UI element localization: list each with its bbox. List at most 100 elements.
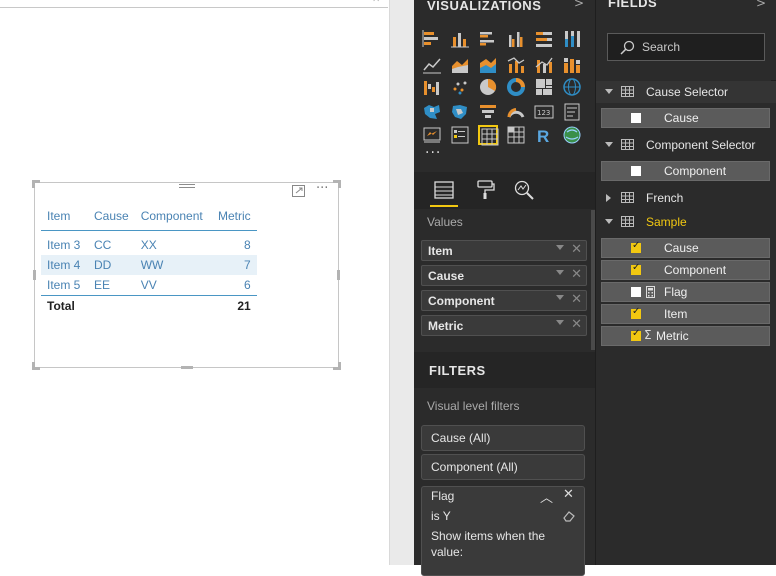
- table-icon[interactable]: [478, 125, 499, 146]
- expand-down-icon[interactable]: [605, 89, 613, 94]
- well-label: Item: [428, 244, 453, 258]
- shape-map-icon[interactable]: [450, 102, 470, 122]
- analytics-magnifier-icon[interactable]: [514, 180, 534, 200]
- remove-field-icon[interactable]: ✕: [571, 267, 582, 282]
- 100-column-icon[interactable]: [562, 29, 582, 49]
- visual-level-filters-label: Visual level filters: [427, 399, 520, 413]
- filter-card-flag[interactable]: Flag ︿ ✕ is Y Show items when the value:: [421, 486, 585, 576]
- resize-handle[interactable]: [181, 366, 193, 369]
- stacked-bar-icon[interactable]: [422, 29, 442, 49]
- table-name: Cause Selector: [646, 85, 729, 99]
- map-icon[interactable]: [562, 77, 582, 97]
- chevron-down-icon[interactable]: [556, 320, 564, 325]
- resize-handle[interactable]: [338, 362, 341, 370]
- table-node-cause-selector[interactable]: Cause Selector: [596, 81, 776, 103]
- resize-handle[interactable]: [32, 362, 35, 370]
- card-icon[interactable]: 123: [534, 102, 554, 122]
- resize-handle[interactable]: [33, 270, 36, 280]
- fields-tab-icon[interactable]: [434, 180, 454, 200]
- treemap-icon[interactable]: [534, 77, 554, 97]
- field-row-metric[interactable]: ✓ Σ Metric: [601, 326, 770, 346]
- fields-search-input[interactable]: Search: [607, 33, 765, 61]
- resize-handle[interactable]: [338, 180, 341, 188]
- matrix-icon[interactable]: [506, 125, 526, 145]
- field-row-cause[interactable]: Cause: [601, 108, 770, 128]
- chevron-down-icon[interactable]: [556, 295, 564, 300]
- cell-cause: EE: [94, 278, 111, 292]
- expand-down-icon[interactable]: [605, 219, 613, 224]
- stacked-area-icon[interactable]: [478, 55, 498, 75]
- remove-field-icon[interactable]: ✕: [571, 317, 582, 332]
- cell-cause: CC: [94, 238, 112, 252]
- line-column-icon[interactable]: [506, 55, 526, 75]
- funnel-icon[interactable]: [478, 102, 498, 122]
- donut-icon[interactable]: [506, 77, 526, 97]
- stacked-column-icon[interactable]: [450, 29, 470, 49]
- value-well-item[interactable]: Item ✕: [421, 240, 587, 261]
- area-chart-icon[interactable]: [450, 55, 470, 75]
- remove-field-icon[interactable]: ✕: [571, 292, 582, 307]
- format-paint-roller-icon[interactable]: [475, 180, 495, 200]
- filter-card-cause[interactable]: Cause (All): [421, 425, 585, 451]
- expand-right-icon[interactable]: [606, 194, 611, 202]
- 100-bar-icon[interactable]: [534, 29, 554, 49]
- more-options-icon[interactable]: ···: [316, 181, 328, 196]
- field-name: Cause: [664, 241, 699, 255]
- value-well-cause[interactable]: Cause ✕: [421, 265, 587, 286]
- kpi-icon[interactable]: [422, 125, 442, 145]
- column-header-component[interactable]: Component: [134, 205, 211, 231]
- field-row-cause[interactable]: ✓ Cause: [601, 238, 770, 258]
- field-checkbox[interactable]: [631, 113, 641, 123]
- viz-tab-strip: [414, 172, 595, 209]
- drag-grip-icon[interactable]: [179, 184, 195, 191]
- clustered-column-icon[interactable]: [506, 29, 526, 49]
- field-row-component[interactable]: ✓ Component: [601, 260, 770, 280]
- waterfall-icon[interactable]: [422, 77, 442, 97]
- line-chart-icon[interactable]: [422, 55, 442, 75]
- value-well-component[interactable]: Component ✕: [421, 290, 587, 311]
- clustered-bar-icon[interactable]: [478, 29, 498, 49]
- remove-field-icon[interactable]: ✕: [571, 242, 582, 257]
- r-script-icon[interactable]: R: [534, 125, 554, 146]
- table-node-french[interactable]: French: [596, 187, 776, 209]
- filter-card-component[interactable]: Component (All): [421, 454, 585, 480]
- resize-handle[interactable]: [32, 180, 35, 188]
- field-row-flag[interactable]: Flag: [601, 282, 770, 302]
- table-name: Sample: [646, 215, 687, 229]
- field-checkbox[interactable]: [631, 287, 641, 297]
- table-row[interactable]: Item 3 CC XX 8: [41, 231, 257, 256]
- chevron-down-icon[interactable]: [556, 245, 564, 250]
- remove-filter-icon[interactable]: ✕: [563, 487, 574, 502]
- chevron-down-icon[interactable]: [556, 270, 564, 275]
- more-visuals-icon[interactable]: ···: [425, 145, 441, 161]
- field-checkbox[interactable]: [631, 166, 641, 176]
- table-row[interactable]: Item 5 EE VV 6: [41, 275, 257, 296]
- column-header-item[interactable]: Item: [41, 205, 88, 231]
- column-header-metric[interactable]: Metric: [210, 205, 257, 231]
- pie-icon[interactable]: [478, 77, 498, 97]
- multi-row-card-icon[interactable]: [562, 102, 582, 122]
- report-canvas[interactable]: ✕ ··· Item Cause Component Metric: [0, 0, 389, 565]
- scatter-icon[interactable]: [450, 77, 470, 97]
- gauge-icon[interactable]: [506, 102, 526, 122]
- table-visual[interactable]: ··· Item Cause Component Metric Item 3 C…: [32, 180, 341, 370]
- value-well-metric[interactable]: Metric ✕: [421, 315, 587, 336]
- table-node-component-selector[interactable]: Component Selector: [596, 134, 776, 156]
- line-column-2-icon[interactable]: [534, 55, 554, 75]
- collapse-chevron-icon[interactable]: >: [756, 0, 766, 10]
- table-icon: [621, 139, 634, 150]
- arcgis-icon[interactable]: [562, 125, 582, 145]
- collapse-up-icon[interactable]: ︿: [540, 487, 553, 506]
- resize-handle[interactable]: [337, 270, 340, 280]
- field-row-item[interactable]: ✓ Item: [601, 304, 770, 324]
- field-row-component[interactable]: Component: [601, 161, 770, 181]
- table-row[interactable]: Item 4 DD WW 7: [41, 255, 257, 275]
- table-node-sample[interactable]: Sample: [596, 211, 776, 233]
- clear-filter-eraser-icon[interactable]: [562, 510, 576, 522]
- focus-mode-icon[interactable]: [292, 185, 305, 197]
- expand-down-icon[interactable]: [605, 142, 613, 147]
- column-header-cause[interactable]: Cause: [88, 205, 135, 231]
- ribbon-chart-icon[interactable]: [562, 55, 582, 75]
- slicer-icon[interactable]: [450, 125, 470, 145]
- filled-map-icon[interactable]: [422, 102, 442, 122]
